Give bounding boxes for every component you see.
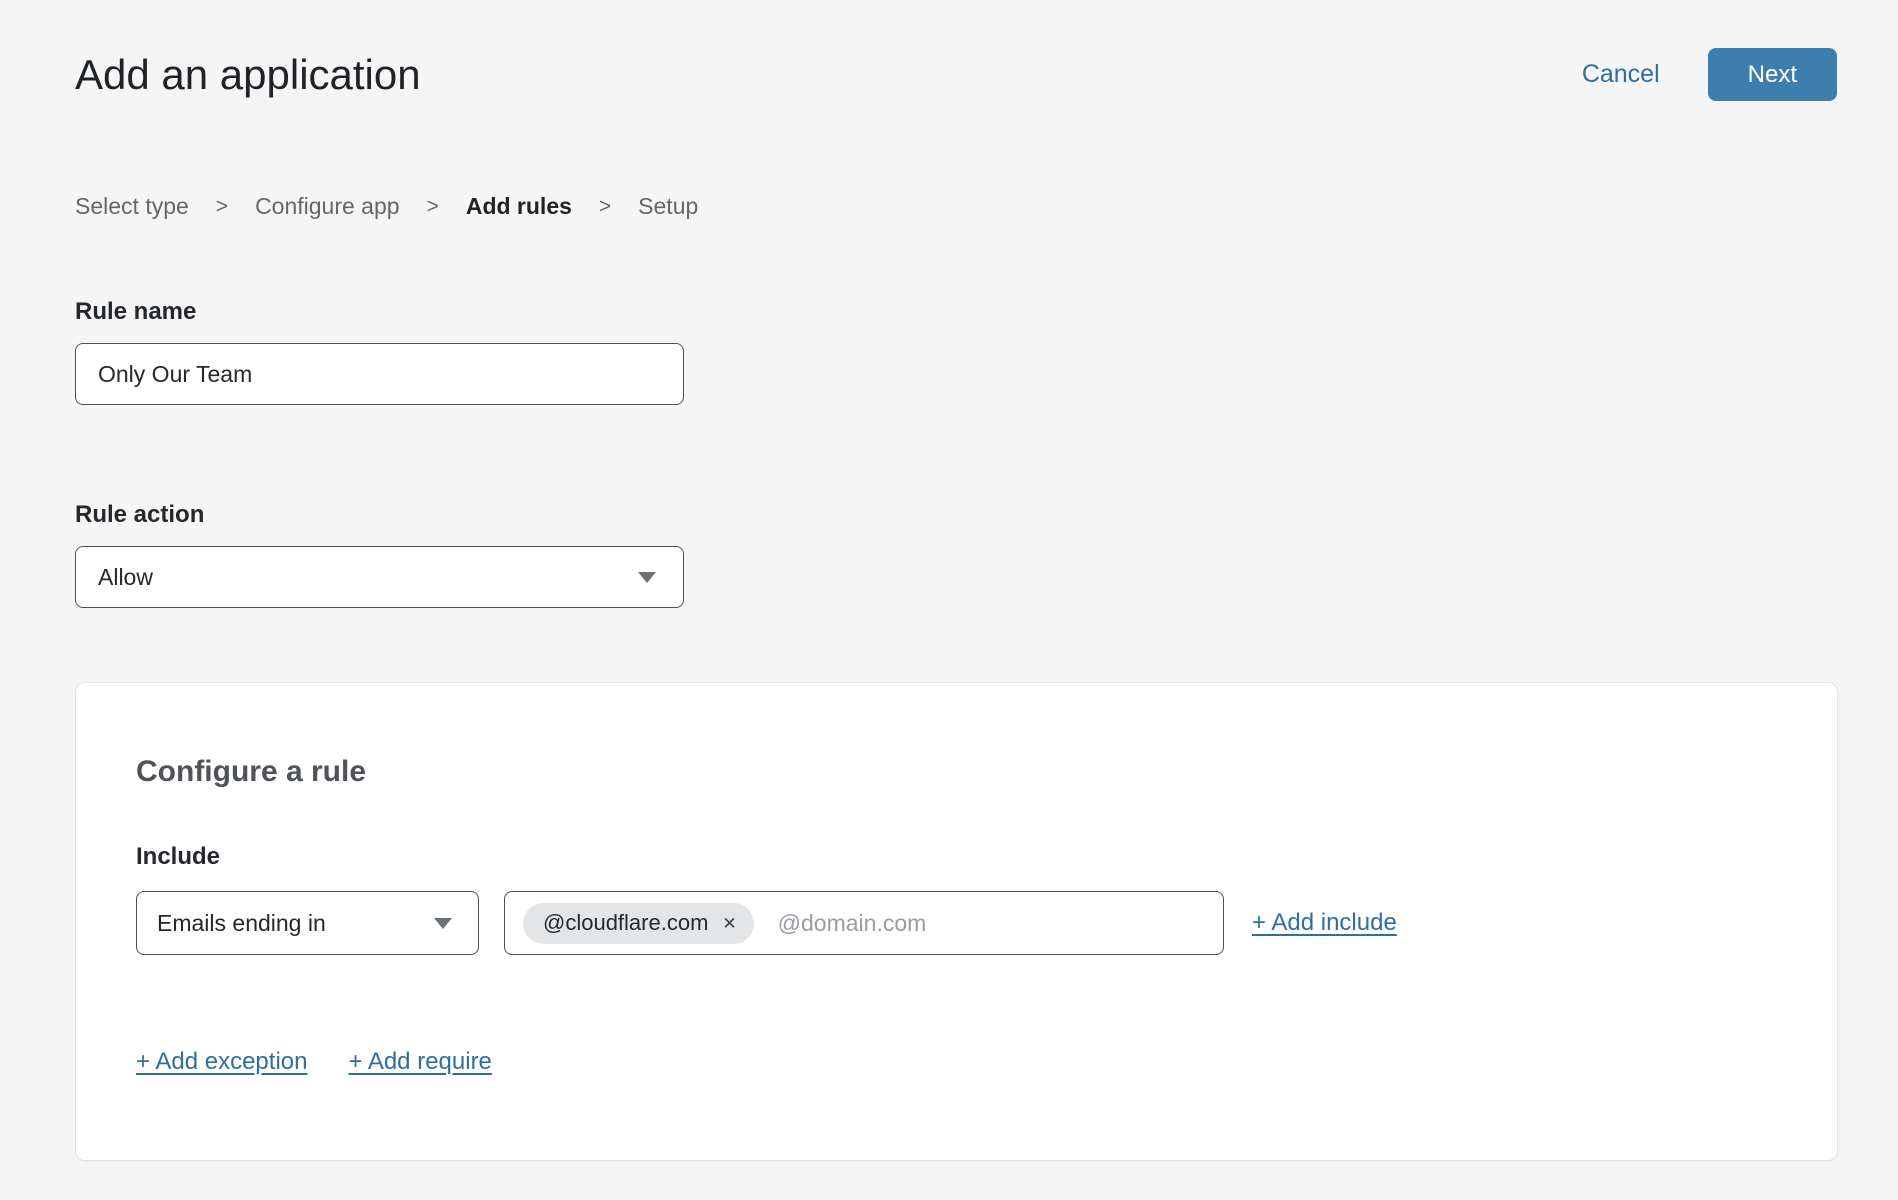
next-button[interactable]: Next — [1708, 48, 1837, 101]
add-exception-link[interactable]: + Add exception — [136, 1048, 307, 1076]
email-domain-input[interactable] — [776, 909, 1205, 938]
include-rule-row: Emails ending in @cloudflare.com ✕ + Add… — [136, 891, 1777, 955]
chevron-down-icon — [434, 918, 452, 929]
add-include-link[interactable]: + Add include — [1252, 909, 1397, 937]
rule-action-section: Rule action Allow — [75, 501, 1837, 608]
breadcrumb-separator: > — [427, 195, 439, 219]
card-title: Configure a rule — [136, 755, 1777, 789]
breadcrumb-separator: > — [216, 195, 228, 219]
email-domain-chip-label: @cloudflare.com — [543, 910, 708, 936]
rule-name-label: Rule name — [75, 298, 1837, 326]
breadcrumb-step-select-type[interactable]: Select type — [75, 193, 189, 220]
rule-action-selected-value: Allow — [98, 564, 153, 591]
breadcrumb-step-configure-app[interactable]: Configure app — [255, 193, 400, 220]
breadcrumb-separator: > — [599, 195, 611, 219]
rule-action-select[interactable]: Allow — [75, 546, 684, 608]
configure-rule-card: Configure a rule Include Emails ending i… — [75, 682, 1838, 1161]
cancel-button[interactable]: Cancel — [1582, 60, 1660, 89]
page-title: Add an application — [75, 51, 421, 99]
include-criteria-select[interactable]: Emails ending in — [136, 891, 479, 955]
chip-remove-icon[interactable]: ✕ — [722, 915, 736, 932]
rule-name-input[interactable] — [75, 343, 684, 405]
header-actions: Cancel Next — [1582, 48, 1837, 101]
page-header: Add an application Cancel Next — [75, 48, 1837, 101]
breadcrumb-step-add-rules[interactable]: Add rules — [466, 193, 572, 220]
breadcrumb: Select type > Configure app > Add rules … — [75, 193, 1837, 220]
add-application-page: Add an application Cancel Next Select ty… — [0, 0, 1898, 1200]
include-criteria-selected-value: Emails ending in — [157, 910, 326, 937]
include-value-input-box[interactable]: @cloudflare.com ✕ — [504, 891, 1224, 955]
add-require-link[interactable]: + Add require — [348, 1048, 491, 1076]
include-label: Include — [136, 843, 1777, 871]
rule-action-label: Rule action — [75, 501, 1837, 529]
chevron-down-icon — [638, 572, 656, 583]
breadcrumb-step-setup[interactable]: Setup — [638, 193, 698, 220]
rule-name-section: Rule name — [75, 298, 1837, 405]
email-domain-chip: @cloudflare.com ✕ — [523, 903, 754, 944]
rule-card-bottom-links: + Add exception + Add require — [136, 1048, 1777, 1076]
